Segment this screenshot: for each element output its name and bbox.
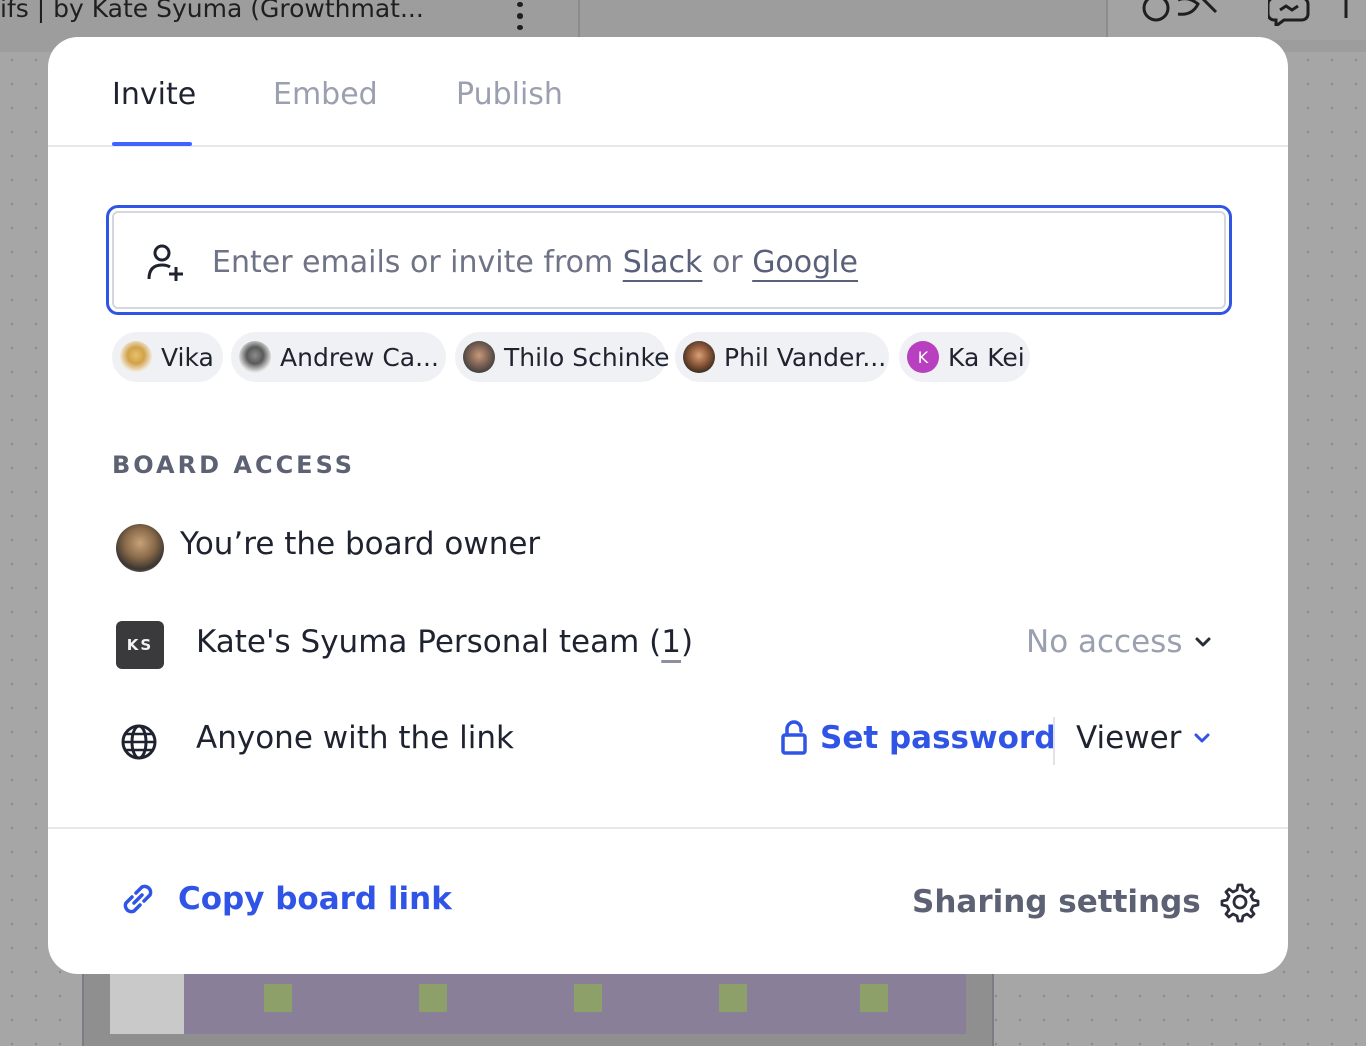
add-person-icon (147, 244, 183, 281)
share-tabs: Invite Embed Publish (48, 37, 1288, 147)
suggestion-name: Ka Kei (948, 342, 1025, 372)
link-role-value: Viewer (1076, 720, 1182, 756)
sharing-settings-label: Sharing settings (912, 884, 1201, 920)
suggestion-chip[interactable]: Andrew Ca... (231, 332, 446, 382)
avatar (463, 341, 495, 373)
more-menu-icon[interactable] (512, 0, 528, 30)
suggestion-name: Vika (161, 342, 214, 372)
tab-embed[interactable]: Embed (273, 77, 378, 138)
suggestion-chip[interactable]: Thilo Schinke (455, 332, 670, 382)
link-access-label: Anyone with the link (196, 720, 514, 756)
avatar (683, 341, 715, 373)
invite-input-inner[interactable]: Enter emails or invite from Slack or Goo… (112, 211, 1226, 309)
team-name: Kate's Syuma Personal team (1) (196, 624, 693, 660)
invite-input-field[interactable]: Enter emails or invite from Slack or Goo… (106, 205, 1232, 315)
copy-board-link-button[interactable]: Copy board link (116, 877, 452, 921)
sticky-note (574, 984, 602, 1012)
chevron-down-icon (1194, 733, 1210, 743)
team-access-row: KS Kate's Syuma Personal team (1) No acc… (112, 615, 1224, 675)
active-tab-indicator (112, 142, 192, 146)
chevron-down-icon (1195, 637, 1211, 647)
avatar (116, 524, 164, 572)
avatar (120, 341, 152, 373)
sticky-note (419, 984, 447, 1012)
team-badge: KS (116, 621, 164, 669)
row-divider (1053, 717, 1055, 765)
gear-icon (1220, 883, 1260, 923)
google-link[interactable]: Google (752, 245, 858, 280)
invite-placeholder: Enter emails or invite from Slack or Goo… (212, 245, 858, 280)
board-title[interactable]: ifs | by Kate Syuma (Growthmat... (0, 0, 424, 23)
team-access-value: No access (1026, 624, 1183, 660)
suggestion-name: Thilo Schinke (504, 342, 670, 372)
board-access-heading: BOARD ACCESS (112, 451, 356, 479)
set-password-label: Set password (820, 720, 1057, 756)
set-password-button[interactable]: Set password (780, 720, 1056, 756)
top-bar-right-area (1106, 0, 1366, 40)
suggestion-chip[interactable]: Phil Vander... (675, 332, 889, 382)
suggestion-name: Andrew Ca... (280, 342, 439, 372)
globe-icon (121, 724, 157, 760)
slack-link[interactable]: Slack (623, 245, 703, 280)
sharing-settings-button[interactable]: Sharing settings (912, 881, 1261, 923)
invite-or-text: or (711, 245, 743, 280)
chat-icon[interactable] (1268, 0, 1312, 26)
tab-publish[interactable]: Publish (456, 77, 563, 138)
link-access-row: Anyone with the link Set password Viewer (112, 711, 1224, 771)
sticky-note (264, 984, 292, 1012)
lock-icon (781, 720, 807, 755)
team-name-text: Kate's Syuma Personal team ( (196, 624, 662, 660)
board-frame-label-area (110, 968, 184, 1034)
team-member-count[interactable]: 1 (661, 624, 681, 660)
sticky-note (860, 984, 888, 1012)
copy-board-link-label: Copy board link (178, 881, 452, 917)
suggestion-name: Phil Vander... (724, 342, 887, 372)
owner-row: You’re the board owner (112, 519, 1224, 579)
share-modal: Invite Embed Publish Enter emails or inv… (48, 37, 1288, 974)
team-name-close: ) (681, 624, 694, 660)
suggestion-chip[interactable]: K Ka Kei (899, 332, 1030, 382)
team-access-dropdown[interactable]: No access (1026, 624, 1212, 660)
suggestion-chip[interactable]: Vika (112, 332, 223, 382)
top-bar-divider (578, 0, 580, 40)
tab-invite[interactable]: Invite (112, 77, 196, 138)
partial-icon (1344, 0, 1348, 18)
modal-footer: Copy board link Sharing settings (48, 827, 1288, 974)
link-role-dropdown[interactable]: Viewer (1076, 720, 1211, 756)
owner-text: You’re the board owner (180, 526, 541, 562)
sticky-note (719, 984, 747, 1012)
invite-placeholder-text: Enter emails or invite from (212, 245, 614, 280)
avatar (239, 341, 271, 373)
reactions-icon[interactable] (1140, 0, 1230, 26)
link-icon (123, 884, 153, 914)
avatar-initial: K (907, 341, 939, 373)
